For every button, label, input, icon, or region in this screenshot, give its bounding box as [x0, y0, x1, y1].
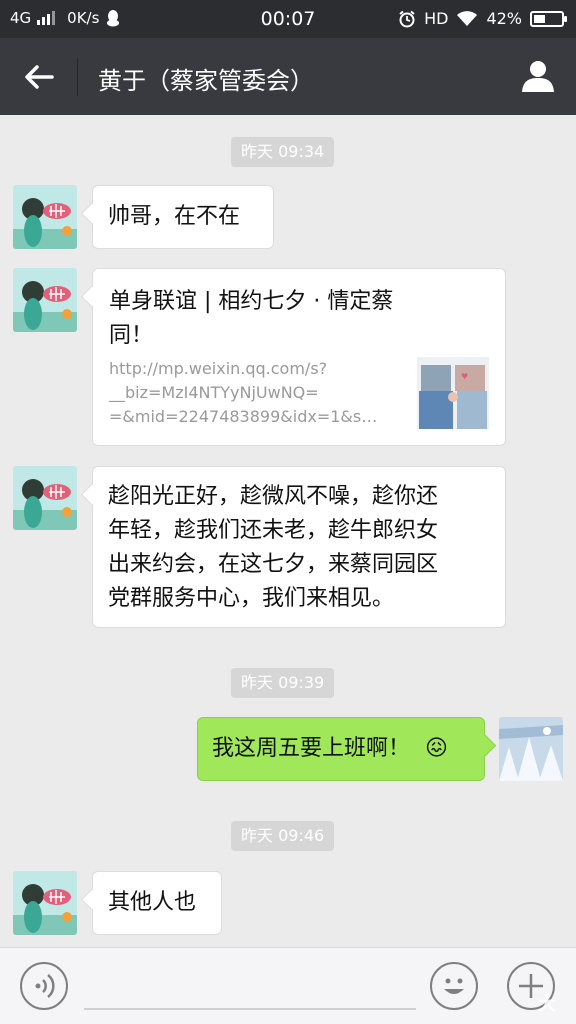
message-text: 帅哥，在不在	[108, 204, 241, 229]
alarm-icon	[399, 10, 415, 27]
message-text-line: 党群服务中心，我们来相见。	[108, 586, 395, 611]
message-text: 我这周五要上班啊！ 😖	[212, 732, 470, 766]
link-card-url-line: __biz=MzI4NTYyNjUwNQ=	[109, 383, 319, 402]
timestamp: 昨天 09:39	[231, 668, 335, 698]
chat-title: 黄于（蔡家管委会）	[98, 67, 314, 95]
link-card-url-line: http://mp.weixin.qq.com/s?	[109, 359, 328, 378]
message-text-line: 年轻，趁我们还未老，趁牛郎织女	[108, 518, 439, 543]
message-bubble[interactable]: 趁阳光正好，趁微风不噪，趁你还 年轻，趁我们还未老，趁牛郎织女 出来约会，在这七…	[92, 466, 506, 628]
message-text-content: 我这周五要上班啊！	[212, 736, 411, 761]
sent-message-bubble[interactable]: 我这周五要上班啊！ 😖	[197, 717, 485, 781]
self-avatar[interactable]	[499, 717, 563, 781]
chat-header: 黄于（蔡家管委会）	[0, 38, 576, 115]
emoji-icon: 😖	[425, 736, 448, 761]
link-card-url-line: =&mid=2247483899&idx=1&s…	[109, 407, 378, 426]
battery-fill	[534, 14, 545, 23]
link-card-title: 单身联谊 | 相约七夕 · 情定蔡 同！	[109, 285, 489, 353]
message-list[interactable]: 昨天 09:34 帅哥，在不在 单身联谊 | 相约七夕 · 情定蔡 同！ htt…	[0, 115, 576, 947]
message-text-line: 出来约会，在这七夕，来蔡同园区	[108, 552, 439, 577]
avatar-image	[499, 717, 563, 781]
message-text: 其他人也	[108, 890, 197, 915]
input-bar: 大	[0, 947, 576, 1024]
avatar-image	[13, 268, 77, 332]
link-card-url: http://mp.weixin.qq.com/s? __biz=MzI4NTY…	[109, 357, 399, 429]
watermark: 大	[538, 994, 556, 1015]
status-bar: 4G 0K/s 00:07 HD 42%	[0, 0, 576, 38]
contact-avatar[interactable]	[13, 871, 77, 935]
contact-avatar[interactable]	[13, 268, 77, 332]
message-bubble[interactable]: 帅哥，在不在	[92, 185, 274, 249]
header-divider	[77, 58, 78, 96]
link-card[interactable]: 单身联谊 | 相约七夕 · 情定蔡 同！ http://mp.weixin.qq…	[92, 268, 506, 446]
avatar-image	[13, 871, 77, 935]
avatar-image	[13, 466, 77, 530]
message-bubble[interactable]: 其他人也	[92, 871, 222, 935]
contact-avatar[interactable]	[13, 466, 77, 530]
battery-icon	[530, 10, 567, 27]
link-card-title-line: 同！	[109, 323, 154, 348]
profile-icon[interactable]	[520, 58, 556, 94]
avatar-image	[13, 185, 77, 249]
timestamp: 昨天 09:46	[231, 821, 335, 851]
status-right: HD 42%	[398, 9, 567, 28]
message-input[interactable]	[84, 1008, 416, 1010]
svg-text:♥: ♥	[461, 372, 468, 381]
message-text: 趁阳光正好，趁微风不噪，趁你还 年轻，趁我们还未老，趁牛郎织女 出来约会，在这七…	[108, 480, 490, 616]
voice-button[interactable]	[20, 962, 68, 1010]
emoji-button[interactable]	[430, 962, 478, 1010]
timestamp: 昨天 09:34	[231, 137, 335, 167]
link-card-title-line: 单身联谊 | 相约七夕 · 情定蔡	[109, 289, 394, 314]
voice-icon	[35, 974, 55, 998]
battery-percent: 42%	[486, 9, 522, 28]
emoji-icon	[444, 978, 464, 994]
message-text-line: 趁阳光正好，趁微风不噪，趁你还	[108, 484, 439, 509]
thumbnail-image: ♥	[417, 357, 489, 429]
link-card-thumbnail: ♥	[417, 357, 489, 429]
contact-avatar[interactable]	[13, 185, 77, 249]
hd-label: HD	[424, 9, 449, 28]
wifi-icon	[457, 10, 478, 26]
back-arrow-icon[interactable]	[22, 60, 56, 94]
